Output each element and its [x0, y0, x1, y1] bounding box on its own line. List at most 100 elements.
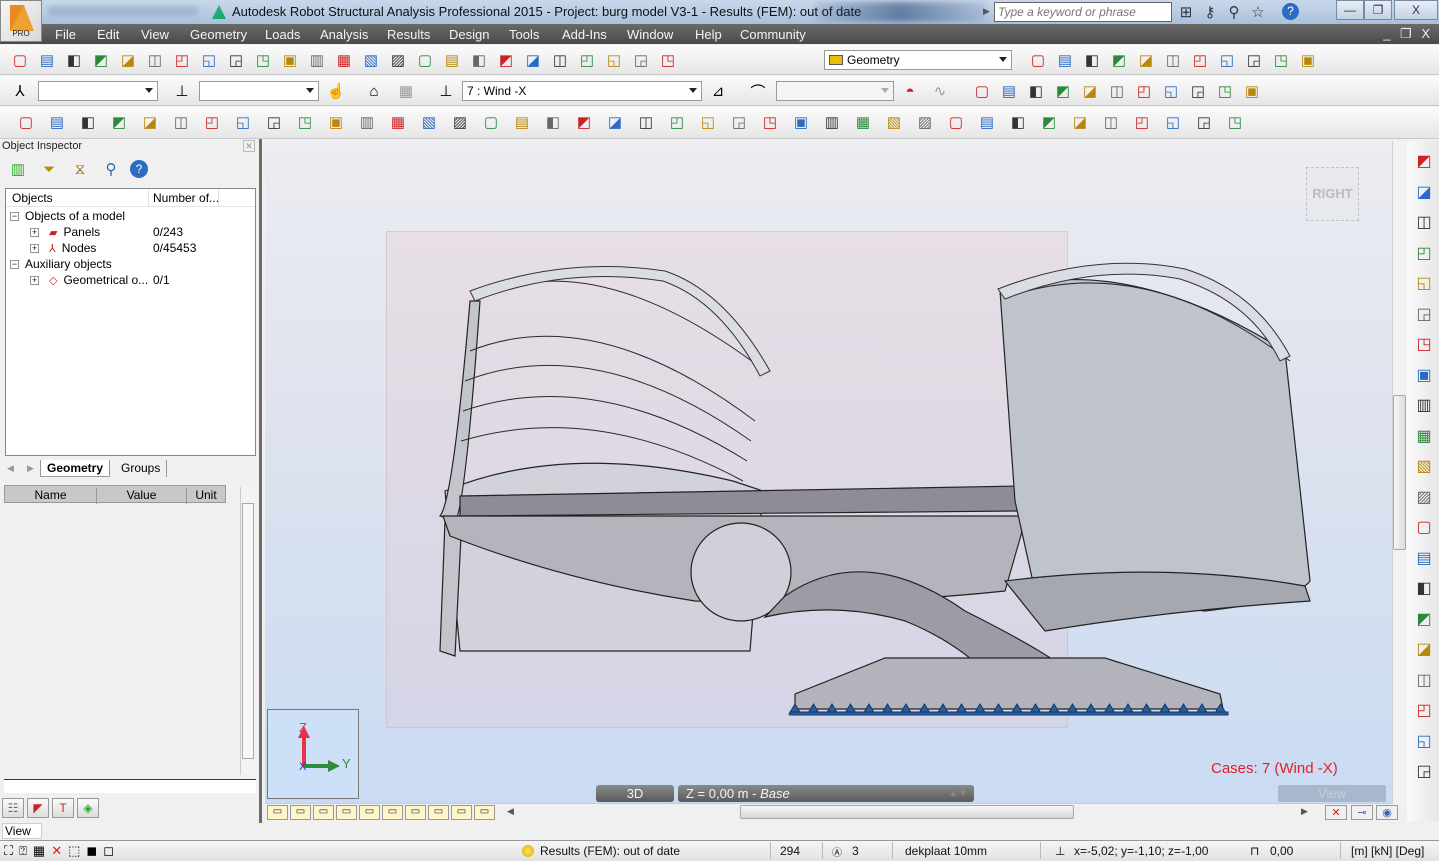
tree-item[interactable]: − Objects of a model — [10, 208, 125, 224]
print-preview-icon[interactable]: ◪ — [116, 49, 140, 71]
no-display-icon[interactable]: ✕ — [51, 843, 62, 859]
hinges-icon[interactable]: ▣ — [789, 111, 813, 133]
query-icon[interactable]: ⍰ — [19, 843, 27, 859]
redo-icon[interactable]: ▥ — [305, 49, 329, 71]
material-icon[interactable]: ◰ — [1411, 243, 1437, 267]
scrollbar-thumb[interactable] — [242, 503, 254, 759]
lock-panels-icon[interactable]: ◩ — [1107, 49, 1131, 71]
help-icon[interactable]: ? — [130, 160, 148, 178]
column-icon[interactable]: ◰ — [200, 111, 224, 133]
delete-mesh-icon[interactable]: ◰ — [1188, 49, 1212, 71]
new-icon[interactable]: ▢ — [8, 49, 32, 71]
section-tables-icon[interactable]: ◪ — [1078, 80, 1102, 102]
search-input[interactable] — [994, 2, 1172, 22]
view-button[interactable]: View — [1278, 785, 1386, 802]
structure-view-icon[interactable]: ◫ — [548, 49, 572, 71]
scrollbar-thumb[interactable] — [1393, 395, 1406, 550]
zoom-window-icon[interactable]: ◧ — [467, 49, 491, 71]
contour-icon[interactable]: ◫ — [1411, 212, 1437, 236]
elastic-ground-icon[interactable]: ▦ — [851, 111, 875, 133]
help-load-icon[interactable]: ◳ — [1223, 111, 1247, 133]
close-icon[interactable]: ✕ — [243, 140, 255, 152]
eye-icon[interactable]: ◉ — [1376, 805, 1398, 820]
scroll-right-icon[interactable]: ▶ — [1301, 806, 1308, 817]
menu-loads[interactable]: Loads — [265, 27, 300, 42]
plate-icon[interactable]: ▢ — [1411, 517, 1437, 541]
dots-grid-icon[interactable]: ▢ — [970, 80, 994, 102]
layout-selection-icon[interactable]: ◳ — [656, 49, 680, 71]
tab-groups[interactable]: Groups — [115, 460, 168, 477]
wireframe-icon[interactable]: ⬚ — [68, 843, 80, 859]
layout-selector[interactable]: Geometry — [824, 50, 1012, 70]
paste-icon[interactable]: ◳ — [251, 49, 275, 71]
structure-model-icon[interactable]: ◰ — [1411, 700, 1437, 724]
section-icon[interactable]: ◤ — [27, 798, 49, 818]
help-icon[interactable]: ? — [1282, 3, 1299, 20]
cladding-icon[interactable]: ◰ — [665, 111, 689, 133]
scroll-left-icon[interactable]: ◀ — [507, 806, 514, 817]
bar-numbers-icon[interactable]: ▭ — [290, 805, 311, 820]
supports-display-icon[interactable]: ▭ — [336, 805, 357, 820]
materials-icon[interactable]: ◲ — [727, 111, 751, 133]
key-icon[interactable]: ⚷ — [1200, 3, 1220, 21]
collapse-icon[interactable]: − — [10, 211, 19, 221]
print-icon[interactable]: ◩ — [89, 49, 113, 71]
select-panels-icon[interactable]: ▤ — [1053, 49, 1077, 71]
case-query-icon[interactable]: ⊥ — [434, 80, 458, 102]
eccentricity-icon[interactable]: ▥ — [820, 111, 844, 133]
slab-icon[interactable]: ◲ — [262, 111, 286, 133]
close-button[interactable]: X — [1394, 0, 1438, 20]
supports-icon[interactable]: ▤ — [1411, 548, 1437, 572]
node-numbers-icon[interactable]: ▭ — [267, 805, 288, 820]
moving-load-icon[interactable]: ◲ — [1192, 111, 1216, 133]
columns-icon[interactable]: ▥ — [6, 158, 30, 180]
calculator-icon[interactable]: ▦ — [332, 49, 356, 71]
opening-icon[interactable]: ▣ — [324, 111, 348, 133]
numbering-display-icon[interactable]: ▭ — [451, 805, 472, 820]
profile-icon[interactable]: ◱ — [1411, 273, 1437, 297]
section-icon[interactable]: ▨ — [1411, 487, 1437, 511]
load-definition-icon[interactable]: ◫ — [1099, 111, 1123, 133]
panel-results-icon[interactable]: ⌒ — [746, 80, 770, 102]
zoom-extents-icon[interactable]: ⛶ — [4, 843, 13, 859]
numbering-icon[interactable]: ◧ — [1024, 80, 1048, 102]
copy-icon[interactable]: ◲ — [224, 49, 248, 71]
wall-icon[interactable]: ◳ — [293, 111, 317, 133]
glasses-icon[interactable]: ⊸ — [1351, 805, 1373, 820]
undo-icon[interactable]: ▣ — [278, 49, 302, 71]
menu-help[interactable]: Help — [695, 27, 722, 42]
menu-community[interactable]: Community — [740, 27, 806, 42]
expand-icon[interactable]: + — [30, 227, 39, 237]
structural-axis-icon[interactable]: ▤ — [997, 80, 1021, 102]
column-header-count[interactable]: Number of... — [153, 191, 219, 205]
frame-icon[interactable]: ◧ — [1006, 111, 1030, 133]
profile-icon[interactable]: ◪ — [603, 111, 627, 133]
table-icon[interactable]: ◱ — [1411, 731, 1437, 755]
notes-icon[interactable]: ◰ — [1132, 80, 1156, 102]
zoom-all-icon[interactable]: ▤ — [440, 49, 464, 71]
numbering-icon[interactable]: ◩ — [1411, 151, 1437, 175]
properties-scrollbar[interactable] — [240, 487, 255, 775]
offsets-icon[interactable]: ▥ — [1411, 395, 1437, 419]
quick-access-toolbar[interactable] — [48, 6, 198, 16]
tab-geometry[interactable]: Geometry — [40, 460, 111, 477]
node-selection-combo[interactable] — [38, 81, 158, 101]
spring-icon[interactable]: ▨ — [913, 111, 937, 133]
uniform-load-icon[interactable]: ◰ — [1130, 111, 1154, 133]
magic-wand-icon[interactable]: ▢ — [1026, 49, 1050, 71]
section-display-icon[interactable]: ▭ — [428, 805, 449, 820]
satellite-icon[interactable]: ⚲ — [1224, 3, 1244, 21]
help-icon[interactable]: ◲ — [1186, 80, 1210, 102]
beam-icon[interactable]: ◱ — [231, 111, 255, 133]
section-list-icon[interactable]: ▤ — [510, 111, 534, 133]
search-expand-icon[interactable]: ▶ — [983, 6, 990, 17]
panel-thickness-icon[interactable]: ▢ — [479, 111, 503, 133]
t-section-icon[interactable]: T — [52, 798, 74, 818]
solids-icon[interactable]: ◩ — [572, 111, 596, 133]
box-icon[interactable]: ◻ — [103, 843, 114, 859]
foundation-icon[interactable]: ◧ — [541, 111, 565, 133]
panels-icon[interactable]: ▣ — [1411, 365, 1437, 389]
filter-icon[interactable]: ⏷ — [37, 158, 61, 180]
offsets-icon[interactable]: ◱ — [696, 111, 720, 133]
menu-results[interactable]: Results — [387, 27, 430, 42]
